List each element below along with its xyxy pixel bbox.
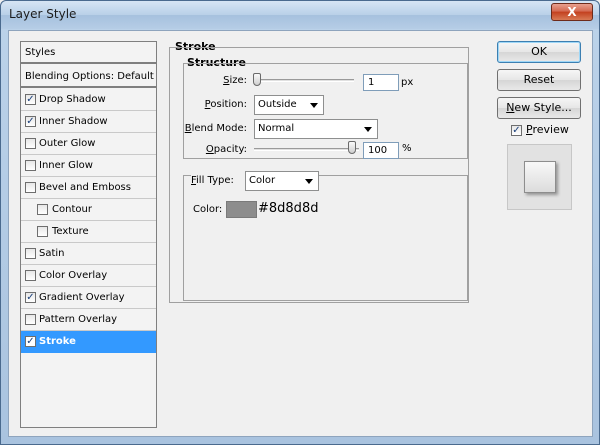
color-hex: #8d8d8d xyxy=(258,201,319,216)
color-overlay-checkbox[interactable] xyxy=(25,270,36,281)
preview-checkbox[interactable]: ✓ xyxy=(511,125,522,136)
styles-list: Styles Blending Options: Default ✓ Drop … xyxy=(20,41,157,428)
gradient-overlay-label: Gradient Overlay xyxy=(39,292,125,303)
size-slider-thumb[interactable] xyxy=(253,73,261,86)
pattern-overlay-label: Pattern Overlay xyxy=(39,314,118,325)
color-swatch[interactable] xyxy=(226,201,257,218)
outer-glow-checkbox[interactable] xyxy=(25,138,36,149)
opacity-unit: % xyxy=(402,143,412,154)
styles-header[interactable]: Styles xyxy=(21,42,156,64)
fill-type-label: Fill Type: xyxy=(191,175,245,186)
opacity-slider-thumb[interactable] xyxy=(348,141,356,154)
list-item-satin[interactable]: Satin xyxy=(21,243,156,265)
contour-label: Contour xyxy=(52,204,92,215)
list-item-stroke[interactable]: ✓ Stroke xyxy=(21,331,156,353)
preview-label: Preview xyxy=(526,123,569,136)
fill-group xyxy=(183,175,468,301)
chevron-down-icon xyxy=(364,127,372,132)
satin-checkbox[interactable] xyxy=(25,248,36,259)
opacity-slider[interactable] xyxy=(254,148,359,151)
list-item-gradient-overlay[interactable]: ✓ Gradient Overlay xyxy=(21,287,156,309)
position-value: Outside xyxy=(258,99,297,110)
layer-style-dialog: Layer Style X Styles Blending Options: D… xyxy=(0,0,600,445)
color-overlay-label: Color Overlay xyxy=(39,270,108,281)
inner-glow-checkbox[interactable] xyxy=(25,160,36,171)
list-item-outer-glow[interactable]: Outer Glow xyxy=(21,133,156,155)
list-item-pattern-overlay[interactable]: Pattern Overlay xyxy=(21,309,156,331)
bevel-emboss-label: Bevel and Emboss xyxy=(39,182,131,193)
chevron-down-icon xyxy=(305,179,313,184)
blend-mode-select[interactable]: Normal xyxy=(254,119,378,139)
size-label: Size: xyxy=(223,75,247,86)
list-item-drop-shadow[interactable]: ✓ Drop Shadow xyxy=(21,89,156,111)
satin-label: Satin xyxy=(39,248,65,259)
texture-label: Texture xyxy=(52,226,89,237)
fill-type-value: Color xyxy=(249,175,276,186)
stroke-checkbox[interactable]: ✓ xyxy=(25,336,36,347)
inner-shadow-checkbox[interactable]: ✓ xyxy=(25,116,36,127)
opacity-input[interactable]: 100 xyxy=(363,142,399,159)
size-slider[interactable] xyxy=(254,79,354,82)
size-input[interactable]: 1 xyxy=(363,74,399,91)
window-title: Layer Style xyxy=(9,7,77,21)
size-unit: px xyxy=(401,77,414,88)
drop-shadow-checkbox[interactable]: ✓ xyxy=(25,94,36,105)
gradient-overlay-checkbox[interactable]: ✓ xyxy=(25,292,36,303)
title-bar[interactable]: Layer Style X xyxy=(1,1,599,29)
list-item-bevel-emboss[interactable]: Bevel and Emboss xyxy=(21,177,156,199)
stroke-label: Stroke xyxy=(39,336,76,347)
list-item-inner-shadow[interactable]: ✓ Inner Shadow xyxy=(21,111,156,133)
list-item-texture[interactable]: Texture xyxy=(21,221,156,243)
list-item-contour[interactable]: Contour xyxy=(21,199,156,221)
blend-mode-value: Normal xyxy=(258,123,295,134)
close-button[interactable]: X xyxy=(551,3,593,21)
reset-button[interactable]: Reset xyxy=(497,69,581,91)
preview-swatch xyxy=(524,161,556,193)
pattern-overlay-checkbox[interactable] xyxy=(25,314,36,325)
new-style-button[interactable]: New Style... xyxy=(497,97,581,119)
styles-header-label: Styles xyxy=(25,47,56,58)
contour-checkbox[interactable] xyxy=(37,204,48,215)
dialog-body: Styles Blending Options: Default ✓ Drop … xyxy=(8,30,593,437)
opacity-label: Opacity: xyxy=(205,144,247,155)
blending-options-item[interactable]: Blending Options: Default xyxy=(21,66,156,88)
ok-button[interactable]: OK xyxy=(497,41,581,63)
list-item-color-overlay[interactable]: Color Overlay xyxy=(21,265,156,287)
outer-glow-label: Outer Glow xyxy=(39,138,96,149)
texture-checkbox[interactable] xyxy=(37,226,48,237)
position-label: Position: xyxy=(204,99,247,110)
inner-glow-label: Inner Glow xyxy=(39,160,93,171)
list-item-inner-glow[interactable]: Inner Glow xyxy=(21,155,156,177)
chevron-down-icon xyxy=(310,103,318,108)
preview-thumbnail xyxy=(507,144,572,210)
drop-shadow-label: Drop Shadow xyxy=(39,94,106,105)
color-label: Color: xyxy=(193,204,223,215)
blending-options-label: Blending Options: Default xyxy=(25,71,154,82)
bevel-emboss-checkbox[interactable] xyxy=(25,182,36,193)
position-select[interactable]: Outside xyxy=(254,95,324,115)
inner-shadow-label: Inner Shadow xyxy=(39,116,108,127)
fill-type-select[interactable]: Color xyxy=(245,171,319,191)
blend-mode-label: Blend Mode: xyxy=(184,123,247,134)
